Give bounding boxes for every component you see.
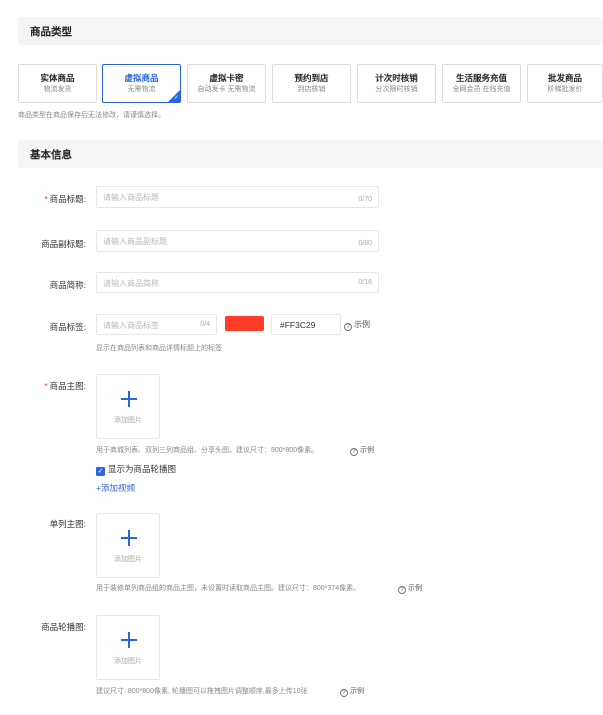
subtitle-label: 商品副标题: bbox=[41, 239, 86, 249]
question-icon: ? bbox=[398, 586, 406, 594]
short-name-input[interactable]: 请输入商品简称 0/16 bbox=[96, 272, 379, 293]
add-video-link[interactable]: +添加视频 bbox=[96, 482, 135, 494]
check-icon: ✓ bbox=[173, 95, 179, 101]
carousel-label: 商品轮播图: bbox=[41, 622, 86, 632]
product-type-wholesale[interactable]: 批发商品 阶梯批发价 bbox=[527, 64, 603, 103]
tag-input[interactable]: 请输入商品标签 0/4 bbox=[96, 314, 217, 335]
checkbox-label: 显示为商品轮播图 bbox=[108, 464, 177, 474]
carousel-upload[interactable]: 添加图片 bbox=[96, 615, 160, 680]
title-placeholder: 请输入商品标题 bbox=[103, 193, 159, 202]
plus-icon bbox=[121, 530, 137, 546]
upload-label: 添加图片 bbox=[114, 417, 142, 424]
product-type-subtitle: 到店核销 bbox=[297, 86, 326, 93]
carousel-hint: 建议尺寸: 800*800像素, 轮播图可以拖拽图片调整顺序,最多上传10张 bbox=[96, 688, 308, 695]
tag-example-link[interactable]: ? 示例 bbox=[344, 319, 370, 331]
single-image-label: 单列主图: bbox=[49, 519, 86, 529]
required-mark: * bbox=[44, 381, 48, 391]
question-icon: ? bbox=[340, 689, 348, 697]
tag-hint: 显示在商品列表和商品详情标题上的标签 bbox=[96, 345, 222, 352]
tag-label: 商品标签: bbox=[49, 322, 86, 332]
product-type-title: 计次时核销 bbox=[375, 73, 418, 83]
product-type-virtual-card[interactable]: 虚拟卡密 自动发卡 无需物流 bbox=[187, 64, 266, 103]
product-type-title: 生活服务充值 bbox=[455, 73, 507, 83]
product-type-subtitle: 自动发卡 无需物流 bbox=[197, 86, 256, 93]
title-input[interactable]: 请输入商品标题 0/70 bbox=[96, 186, 379, 208]
product-type-title: 虚拟商品 bbox=[124, 73, 159, 83]
upload-label: 添加图片 bbox=[114, 658, 142, 665]
carousel-example-link[interactable]: ? 示例 bbox=[340, 686, 364, 697]
tag-color-input[interactable]: #FF3C29 bbox=[271, 314, 341, 335]
plus-icon bbox=[121, 391, 137, 407]
title-label: * 商品标题: bbox=[44, 194, 86, 204]
upload-label: 添加图片 bbox=[114, 556, 142, 563]
section-header-product-type: 商品类型 bbox=[18, 17, 603, 45]
product-type-title: 预约到店 bbox=[294, 73, 329, 83]
carousel-checkbox-row[interactable]: ✓ 显示为商品轮播图 bbox=[96, 463, 176, 476]
question-icon: ? bbox=[344, 323, 352, 331]
question-icon: ? bbox=[350, 448, 358, 456]
section-header-basic-info: 基本信息 bbox=[18, 140, 603, 168]
single-image-upload[interactable]: 添加图片 bbox=[96, 513, 160, 578]
tag-counter: 0/4 bbox=[200, 321, 210, 328]
short-name-label: 商品简称: bbox=[49, 280, 86, 290]
product-type-subtitle: 分次限时核销 bbox=[375, 86, 418, 93]
checkbox-checked-icon[interactable]: ✓ bbox=[96, 467, 105, 476]
single-image-example-link[interactable]: ? 示例 bbox=[398, 583, 422, 594]
subtitle-input[interactable]: 请输入商品副标题 0/80 bbox=[96, 230, 379, 252]
product-type-title: 虚拟卡密 bbox=[209, 73, 244, 83]
subtitle-counter: 0/80 bbox=[358, 240, 372, 247]
tag-color-value: #FF3C29 bbox=[280, 320, 316, 330]
main-image-label: * 商品主图: bbox=[44, 381, 86, 391]
tag-placeholder: 请输入商品标签 bbox=[103, 321, 159, 330]
product-type-hint: 商品类型在商品保存后无法修改，请谨慎选择。 bbox=[18, 112, 165, 119]
product-type-virtual[interactable]: 虚拟商品 无需物流 ✓ bbox=[102, 64, 181, 103]
subtitle-placeholder: 请输入商品副标题 bbox=[103, 237, 167, 246]
required-mark: * bbox=[44, 194, 48, 204]
product-type-subtitle: 物流发货 bbox=[43, 86, 72, 93]
short-name-placeholder: 请输入商品简称 bbox=[103, 279, 159, 288]
title-counter: 0/70 bbox=[358, 196, 372, 203]
section-title: 商品类型 bbox=[30, 26, 72, 38]
tag-color-swatch[interactable] bbox=[225, 316, 264, 331]
main-image-example-link[interactable]: ? 示例 bbox=[350, 445, 374, 456]
product-type-appointment[interactable]: 预约到店 到店核销 bbox=[272, 64, 351, 103]
product-type-timed-redeem[interactable]: 计次时核销 分次限时核销 bbox=[357, 64, 436, 103]
product-type-subtitle: 全网会员 在线充值 bbox=[452, 86, 511, 93]
single-image-hint: 用于装修单列商品组的商品主图，未设置时读取商品主图。建议尺寸：800*374像素… bbox=[96, 585, 361, 592]
plus-icon bbox=[121, 632, 137, 648]
product-type-life-service[interactable]: 生活服务充值 全网会员 在线充值 bbox=[442, 64, 521, 103]
product-type-title: 实体商品 bbox=[40, 73, 75, 83]
section-title: 基本信息 bbox=[30, 149, 72, 161]
short-name-counter: 0/16 bbox=[358, 279, 372, 286]
product-type-physical[interactable]: 实体商品 物流发货 bbox=[18, 64, 97, 103]
product-type-subtitle: 阶梯批发价 bbox=[547, 86, 583, 93]
main-image-upload[interactable]: 添加图片 bbox=[96, 374, 160, 439]
main-image-hint: 用于商城列表、双列三列商品组、分享头图。建议尺寸：800*800像素。 bbox=[96, 447, 319, 454]
product-type-title: 批发商品 bbox=[547, 73, 582, 83]
